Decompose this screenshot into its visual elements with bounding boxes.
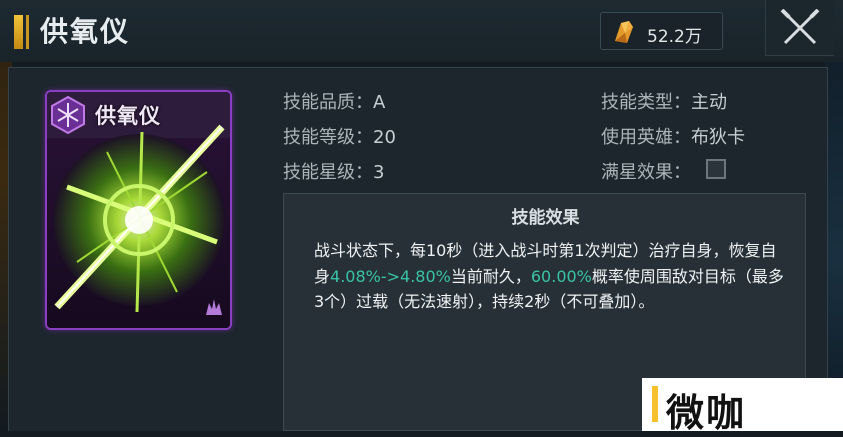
skill-star-row: 技能星级：3 xyxy=(283,158,384,184)
close-button[interactable] xyxy=(765,0,834,56)
skill-level-row: 技能等级：20 xyxy=(283,123,396,149)
hero-row: 使用英雄：布狄卡 xyxy=(601,123,745,149)
close-icon xyxy=(780,9,820,45)
effect-chance-value: 60.00% xyxy=(530,266,592,286)
effect-text-2: 当前耐久， xyxy=(450,266,531,286)
skill-effect-title: 技能效果 xyxy=(511,208,580,228)
max-star-label: 满星效果： xyxy=(601,162,691,183)
currency-amount: 52.2万 xyxy=(647,27,702,47)
title-accent-bar xyxy=(14,15,29,49)
hero-label: 使用英雄： xyxy=(601,127,691,148)
hero-value: 布狄卡 xyxy=(691,127,745,148)
page-title: 供氧仪 xyxy=(40,15,131,48)
header-bar: 供氧仪 52.2万 xyxy=(0,0,843,62)
skill-card-name: 供氧仪 xyxy=(95,103,161,128)
skill-quality-value: A xyxy=(373,92,386,113)
skill-type-label: 技能类型： xyxy=(601,92,691,113)
skill-level-value: 20 xyxy=(373,127,396,148)
skill-quality-label: 技能品质： xyxy=(283,92,373,113)
skill-effect-description: 战斗状态下，每10秒（进入战斗时第1次判定）治疗自身，恢复自身4.08%->4.… xyxy=(314,238,784,315)
skill-quality-row: 技能品质：A xyxy=(283,88,385,114)
effect-heal-value: 4.08%->4.80% xyxy=(330,266,451,286)
skill-type-row: 技能类型：主动 xyxy=(601,88,727,114)
skill-level-label: 技能等级： xyxy=(283,127,373,148)
skill-star-value: 3 xyxy=(373,162,385,183)
max-star-row: 满星效果： xyxy=(601,158,691,184)
watermark-bar xyxy=(652,386,658,422)
skill-star-label: 技能星级： xyxy=(283,162,373,183)
rank-icon xyxy=(206,299,222,315)
crystal-icon xyxy=(615,21,633,43)
currency-display[interactable]: 52.2万 xyxy=(600,12,723,50)
watermark-text: 微咖 xyxy=(666,391,747,435)
skill-card: 供氧仪 xyxy=(45,90,232,330)
skill-type-value: 主动 xyxy=(691,92,727,113)
max-star-checkbox[interactable] xyxy=(706,159,726,179)
watermark: 微咖 xyxy=(642,378,843,435)
hexagon-skill-icon xyxy=(51,96,85,134)
